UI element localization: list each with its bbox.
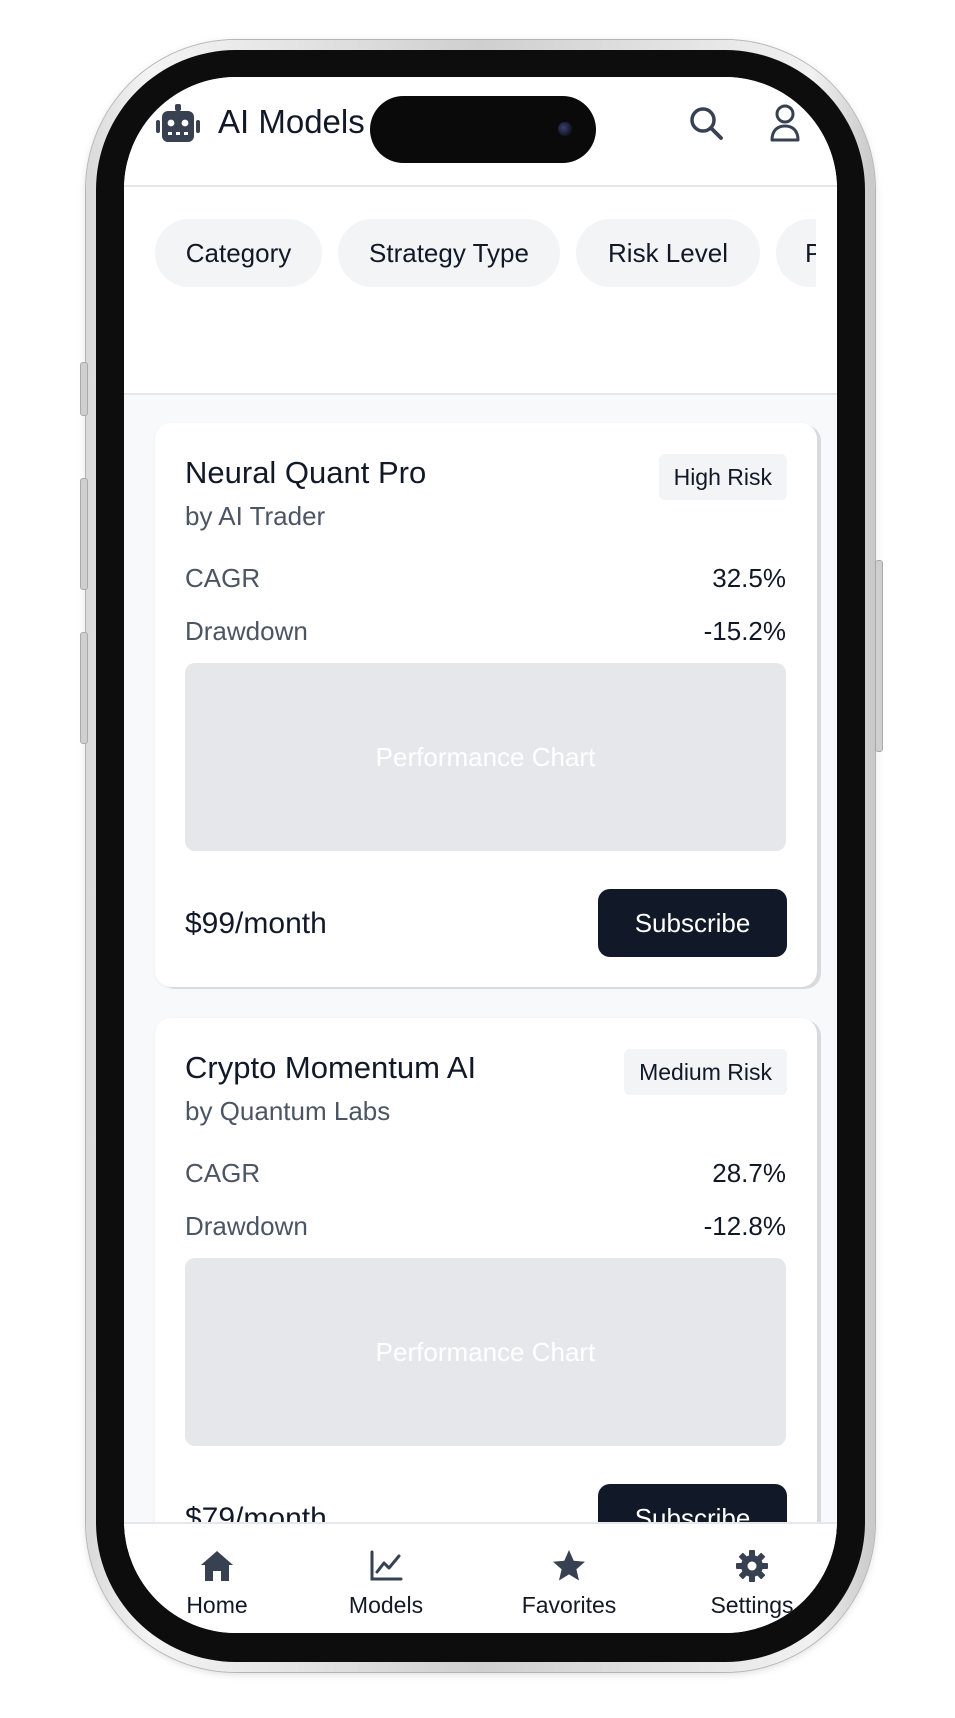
bottom-nav: Home Models Favorites Settings (124, 1522, 837, 1633)
user-icon[interactable] (769, 104, 801, 142)
drawdown-value: -15.2% (703, 616, 786, 646)
chart-placeholder-label: Performance Chart (375, 1336, 596, 1367)
risk-badge: Medium Risk (624, 1049, 787, 1095)
price: $99/month (185, 907, 327, 940)
model-author: by Quantum Labs (185, 1096, 391, 1126)
star-icon (553, 1550, 585, 1581)
chart-placeholder-label: Performance Chart (375, 741, 596, 772)
performance-chart: Performance Chart (185, 1258, 786, 1446)
chart-line-icon (370, 1550, 403, 1581)
performance-chart: Performance Chart (185, 663, 786, 851)
cagr-value: 32.5% (712, 563, 786, 593)
model-name: Crypto Momentum AI (185, 1050, 477, 1085)
model-card[interactable]: Crypto Momentum AI by Quantum Labs Mediu… (155, 1018, 817, 1582)
model-author: by AI Trader (185, 501, 326, 531)
drawdown-label: Drawdown (185, 616, 308, 646)
gear-icon (736, 1550, 768, 1582)
nav-label-home: Home (186, 1592, 248, 1618)
camera-icon (558, 122, 572, 136)
nav-item-favorites[interactable]: Favorites (494, 1524, 644, 1633)
filter-chip-partial[interactable]: P (776, 219, 816, 287)
dynamic-island (370, 96, 596, 163)
nav-label-favorites: Favorites (521, 1592, 617, 1618)
model-card[interactable]: Neural Quant Pro by AI Trader High Risk … (155, 423, 817, 987)
filter-chip-strategy-type[interactable]: Strategy Type (338, 219, 560, 287)
cagr-value: 28.7% (712, 1158, 786, 1188)
drawdown-label: Drawdown (185, 1211, 308, 1241)
nav-item-settings[interactable]: Settings (684, 1524, 820, 1633)
subscribe-button[interactable]: Subscribe (598, 889, 787, 957)
side-button-mute (80, 362, 88, 416)
nav-item-home[interactable]: Home (162, 1524, 272, 1633)
page-title: AI Models (218, 103, 365, 140)
cagr-label: CAGR (185, 563, 261, 593)
nav-item-models[interactable]: Models (324, 1524, 448, 1633)
cagr-label: CAGR (185, 1158, 261, 1188)
home-icon (201, 1551, 233, 1581)
model-name: Neural Quant Pro (185, 455, 427, 490)
nav-label-settings: Settings (710, 1592, 794, 1618)
filter-chip-category[interactable]: Category (155, 219, 322, 287)
risk-badge: High Risk (658, 454, 787, 500)
side-button-volume-up (80, 478, 88, 590)
robot-icon (156, 104, 200, 142)
search-icon[interactable] (688, 105, 724, 141)
app-screen: AI Models Category Strategy Type Risk Le… (124, 77, 837, 1633)
side-button-power (875, 560, 883, 752)
drawdown-value: -12.8% (703, 1211, 786, 1241)
filter-chip-risk-level[interactable]: Risk Level (576, 219, 760, 287)
side-button-volume-down (80, 632, 88, 744)
nav-label-models: Models (348, 1592, 424, 1618)
filter-bar: Category Strategy Type Risk Level P (124, 187, 837, 395)
